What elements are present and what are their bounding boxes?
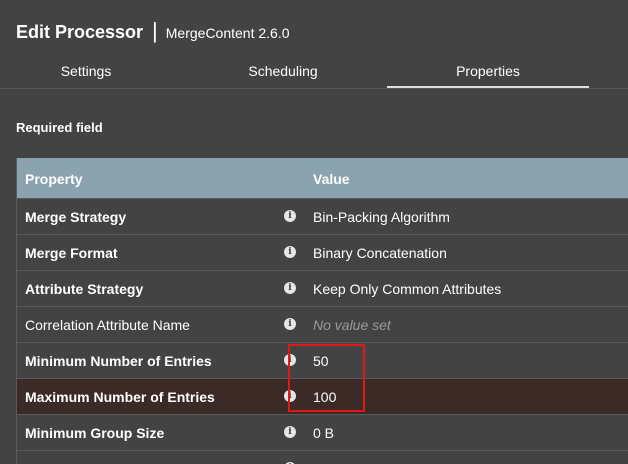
property-name: Minimum Number of Entries (25, 353, 212, 369)
header-value[interactable]: Value (313, 171, 350, 187)
info-icon[interactable]: i (284, 246, 296, 258)
tab-divider (0, 88, 628, 89)
tab-properties[interactable]: Properties (387, 56, 589, 88)
title-separator: | (152, 18, 158, 43)
required-field-label: Required field (16, 120, 103, 135)
info-icon[interactable]: i (284, 354, 296, 366)
table-header: Property Value (17, 158, 628, 198)
processor-type: MergeContent 2.6.0 (165, 25, 290, 41)
edit-processor-dialog: Edit Processor | MergeContent 2.6.0 Sett… (0, 0, 628, 464)
property-value[interactable]: Binary Concatenation (313, 245, 447, 261)
table-row[interactable]: Minimum Group Size i 0 B (17, 414, 628, 450)
property-value[interactable]: Keep Only Common Attributes (313, 281, 501, 297)
property-name: Minimum Group Size (25, 425, 165, 441)
property-value[interactable]: 50 (313, 353, 329, 369)
dialog-header: Edit Processor | MergeContent 2.6.0 (16, 18, 290, 45)
table-row[interactable]: Maximum Number of Entries i 100 (17, 378, 628, 414)
property-name: Attribute Strategy (25, 281, 144, 297)
tab-settings[interactable]: Settings (16, 56, 156, 86)
table-row[interactable]: Attribute Strategy i Keep Only Common Attr… (17, 270, 628, 306)
dialog-title: Edit Processor (16, 21, 144, 42)
header-property[interactable]: Property (25, 171, 83, 187)
property-value[interactable]: Bin-Packing Algorithm (313, 209, 450, 225)
table-row[interactable]: Merge Strategy i Bin-Packing Algorithm (17, 198, 628, 234)
info-icon[interactable]: i (284, 390, 296, 402)
table-body: Merge Strategy i Bin-Packing Algorithm Merg… (17, 198, 628, 464)
table-row[interactable]: Maximum Group Sizei (17, 450, 628, 464)
info-icon[interactable]: i (284, 426, 296, 438)
tab-bar: Settings Scheduling Properties (0, 56, 628, 89)
table-row[interactable]: Minimum Number of Entries i 50 (17, 342, 628, 378)
tab-scheduling[interactable]: Scheduling (198, 56, 368, 86)
property-name: Correlation Attribute Name (25, 317, 190, 333)
info-icon[interactable]: i (284, 282, 296, 294)
property-name: Merge Format (25, 245, 118, 261)
property-value[interactable]: 100 (313, 389, 336, 405)
properties-table: Property Value Merge Strategy i Bin-Packin… (16, 158, 628, 464)
property-name: Maximum Number of Entries (25, 389, 215, 405)
info-icon[interactable]: i (284, 318, 296, 330)
table-row[interactable]: Correlation Attribute Name i No value set (17, 306, 628, 342)
property-value[interactable]: No value set (313, 317, 391, 333)
property-value[interactable]: 0 B (313, 425, 334, 441)
property-name: Merge Strategy (25, 209, 127, 225)
table-row[interactable]: Merge Format i Binary Concatenation (17, 234, 628, 270)
info-icon[interactable]: i (284, 210, 296, 222)
